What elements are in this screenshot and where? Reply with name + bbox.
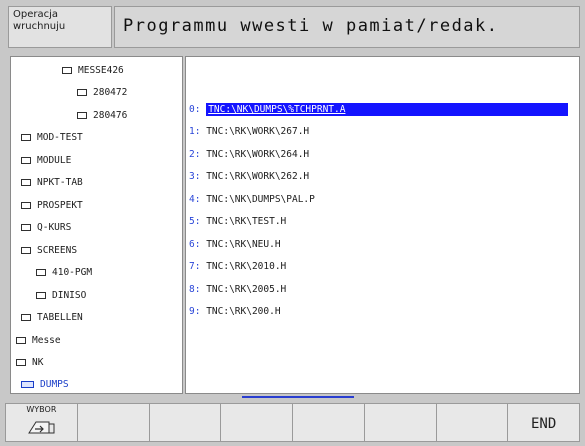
softkey-6[interactable] xyxy=(364,403,437,442)
open-folder-icon xyxy=(21,381,34,388)
file-path: TNC:\RK\NEU.H xyxy=(206,239,281,250)
softkey-5[interactable] xyxy=(293,403,365,442)
select-softkey[interactable]: WYBOR xyxy=(5,403,78,442)
file-row-6[interactable]: 6: TNC:\RK\NEU.H xyxy=(189,238,281,251)
page-title: Programmu wwesti w pamiat/redak. xyxy=(114,6,580,48)
tree-item-messe426[interactable]: MESSE426 xyxy=(62,63,124,79)
file-path: TNC:\RK\WORK\264.H xyxy=(206,149,310,160)
file-path: TNC:\RK\WORK\267.H xyxy=(206,126,310,137)
folder-icon xyxy=(21,247,31,254)
file-path: TNC:\RK\200.H xyxy=(206,306,281,317)
tree-item-nk[interactable]: NK xyxy=(16,355,43,371)
folder-icon xyxy=(21,224,31,231)
file-list: 0: TNC:\NK\DUMPS\%TCHPRNT.A 1: TNC:\RK\W… xyxy=(185,56,580,394)
file-path: TNC:\RK\2005.H xyxy=(206,284,287,295)
folder-icon xyxy=(77,89,87,96)
select-softkey-label: WYBOR xyxy=(26,405,57,414)
file-row-4[interactable]: 4: TNC:\NK\DUMPS\PAL.P xyxy=(189,193,315,206)
folder-icon xyxy=(36,292,46,299)
tree-item-410-pgm[interactable]: 410-PGM xyxy=(36,265,92,281)
folder-icon xyxy=(21,314,31,321)
directory-tree: MESSE426 280472 280476 MOD-TEST MODULE N… xyxy=(10,56,183,394)
enter-hand-icon xyxy=(28,421,55,434)
file-path: TNC:\RK\TEST.H xyxy=(206,216,287,227)
operating-mode-indicator: Operacja wruchnuju xyxy=(8,6,112,48)
tree-item-q-kurs[interactable]: Q-KURS xyxy=(21,220,71,236)
file-row-7[interactable]: 7: TNC:\RK\2010.H xyxy=(189,260,286,273)
softkey-2[interactable] xyxy=(77,403,150,442)
softkey-bar: WYBOR END xyxy=(5,403,580,442)
folder-icon xyxy=(21,202,31,209)
file-path: TNC:\NK\DUMPS\%TCHPRNT.A xyxy=(208,104,346,115)
tree-item-prospekt[interactable]: PROSPEKT xyxy=(21,198,83,214)
tree-item-npkt-tab[interactable]: NPKT-TAB xyxy=(21,175,83,191)
file-row-0[interactable]: 0: TNC:\NK\DUMPS\%TCHPRNT.A xyxy=(189,103,569,116)
file-row-9[interactable]: 9: TNC:\RK\200.H xyxy=(189,305,281,318)
screen-frame: Operacja wruchnuju Programmu wwesti w pa… xyxy=(0,0,585,446)
file-row-8[interactable]: 8: TNC:\RK\2005.H xyxy=(189,283,286,296)
softkey-4[interactable] xyxy=(221,403,293,442)
folder-icon xyxy=(21,134,31,141)
end-softkey-label: END xyxy=(530,416,557,432)
folder-icon xyxy=(77,112,87,119)
tree-item-diniso[interactable]: DINISO xyxy=(36,288,86,304)
file-row-5[interactable]: 5: TNC:\RK\TEST.H xyxy=(189,215,286,228)
file-path: TNC:\NK\DUMPS\PAL.P xyxy=(206,194,315,205)
file-path: TNC:\RK\2010.H xyxy=(206,261,287,272)
file-row-2[interactable]: 2: TNC:\RK\WORK\264.H xyxy=(189,148,309,161)
folder-icon xyxy=(62,67,72,74)
softkey-3[interactable] xyxy=(149,403,222,442)
tree-item-mod-test[interactable]: MOD-TEST xyxy=(21,130,83,146)
softkey-7[interactable] xyxy=(436,403,509,442)
mode-line-2: wruchnuju xyxy=(13,21,66,32)
folder-icon xyxy=(16,359,26,366)
tree-item-module[interactable]: MODULE xyxy=(21,153,71,169)
tree-item-dumps[interactable]: DUMPS xyxy=(21,377,69,393)
end-softkey[interactable]: END xyxy=(508,403,580,442)
folder-icon xyxy=(36,269,46,276)
tree-item-tabellen[interactable]: TABELLEN xyxy=(21,310,83,326)
folder-icon xyxy=(21,157,31,164)
folder-icon xyxy=(21,179,31,186)
scroll-indicator[interactable] xyxy=(242,396,354,398)
tree-item-screens[interactable]: SCREENS xyxy=(21,243,77,259)
tree-item-280476[interactable]: 280476 xyxy=(77,108,127,124)
file-row-3[interactable]: 3: TNC:\RK\WORK\262.H xyxy=(189,170,309,183)
folder-icon xyxy=(16,337,26,344)
file-row-1[interactable]: 1: TNC:\RK\WORK\267.H xyxy=(189,125,309,138)
tree-item-messe[interactable]: Messe xyxy=(16,333,61,349)
tree-item-280472[interactable]: 280472 xyxy=(77,85,127,101)
file-path: TNC:\RK\WORK\262.H xyxy=(206,171,310,182)
mode-line-1: Operacja xyxy=(13,9,59,20)
